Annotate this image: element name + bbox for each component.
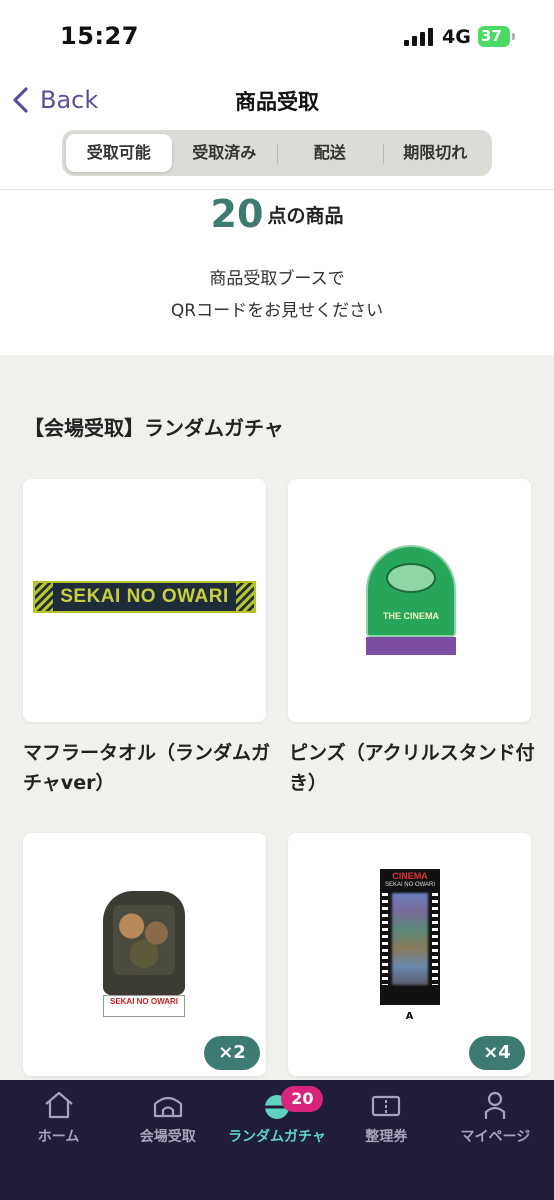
tab-expired[interactable]: 期限切れ [382, 134, 489, 172]
acrylic-art-text: SEKAI NO OWARI [103, 995, 185, 1017]
product-card[interactable]: SEKAI NO OWARI [23, 479, 266, 722]
product-card[interactable]: THE CINEMA [288, 479, 531, 722]
film-strip-image: CINEMA SEKAI NO OWARI [380, 869, 440, 1005]
instruction-line-1: 商品受取ブースで [209, 269, 345, 289]
person-icon [485, 1091, 506, 1119]
tab-ticket[interactable]: 整理券 [332, 1080, 441, 1160]
pins-image: THE CINEMA [366, 545, 456, 655]
venue-icon [153, 1096, 182, 1118]
battery-icon: 37 [478, 26, 510, 47]
signal-icon [404, 28, 434, 46]
home-icon [44, 1091, 73, 1119]
ticket-icon [372, 1095, 401, 1117]
segmented-control: 受取可能 受取済み 配送 期限切れ [62, 130, 492, 176]
bottom-tab-bar: ホーム 会場受取 20 ランダムガチャ 整理券 マイページ [0, 1080, 554, 1200]
tab-venue-label: 会場受取 [139, 1129, 196, 1145]
instruction-line-2: QRコードをお見せください [170, 301, 384, 321]
quantity-badge: ×2 [204, 1036, 260, 1070]
towel-image: SEKAI NO OWARI [33, 581, 256, 613]
segment-bar: 受取可能 受取済み 配送 期限切れ [0, 128, 554, 190]
product-card[interactable]: CINEMA SEKAI NO OWARI A ×4 [288, 833, 531, 1076]
status-bar: 15:27 4G 37 [0, 0, 554, 72]
film-art-letter: A [405, 1011, 414, 1022]
acrylic-stand-image: SEKAI NO OWARI [103, 891, 185, 1021]
quantity-badge: ×4 [469, 1036, 525, 1070]
product-name: マフラータオル（ランダムガチャver） [23, 742, 271, 794]
pins-art-text: THE CINEMA [383, 611, 439, 621]
tab-ticket-label: 整理券 [365, 1129, 408, 1145]
nav-header: Back 商品受取 [0, 72, 554, 128]
tab-home-label: ホーム [37, 1129, 80, 1145]
tab-delivery[interactable]: 配送 [277, 134, 383, 172]
tab-gacha[interactable]: 20 ランダムガチャ [222, 1080, 331, 1160]
tab-home[interactable]: ホーム [4, 1080, 113, 1160]
status-time: 15:27 [60, 22, 139, 50]
product-name: ピンズ（アクリルスタンド付き） [289, 742, 535, 794]
tab-received[interactable]: 受取済み [172, 134, 278, 172]
network-type: 4G [442, 26, 471, 48]
tab-mypage-label: マイページ [460, 1129, 531, 1145]
towel-art-text: SEKAI NO OWARI [60, 586, 229, 607]
summary-panel: 20 点の商品 商品受取ブースで QRコードをお見せください [0, 190, 554, 355]
gacha-count-badge: 20 [281, 1086, 324, 1112]
page-title: 商品受取 [235, 90, 319, 114]
item-count-number: 20 [210, 192, 264, 236]
battery-tip [512, 33, 515, 40]
item-count: 20 点の商品 [0, 192, 554, 236]
film-art-subtitle: SEKAI NO OWARI [384, 882, 436, 888]
section-title: 【会場受取】ランダムガチャ [24, 416, 284, 440]
film-art-title: CINEMA [392, 871, 428, 881]
item-count-unit: 点の商品 [267, 204, 344, 227]
tab-available[interactable]: 受取可能 [66, 134, 172, 172]
tab-mypage[interactable]: マイページ [441, 1080, 550, 1160]
tab-venue[interactable]: 会場受取 [113, 1080, 222, 1160]
tab-gacha-label: ランダムガチャ [228, 1129, 326, 1145]
product-card[interactable]: SEKAI NO OWARI ×2 [23, 833, 266, 1076]
